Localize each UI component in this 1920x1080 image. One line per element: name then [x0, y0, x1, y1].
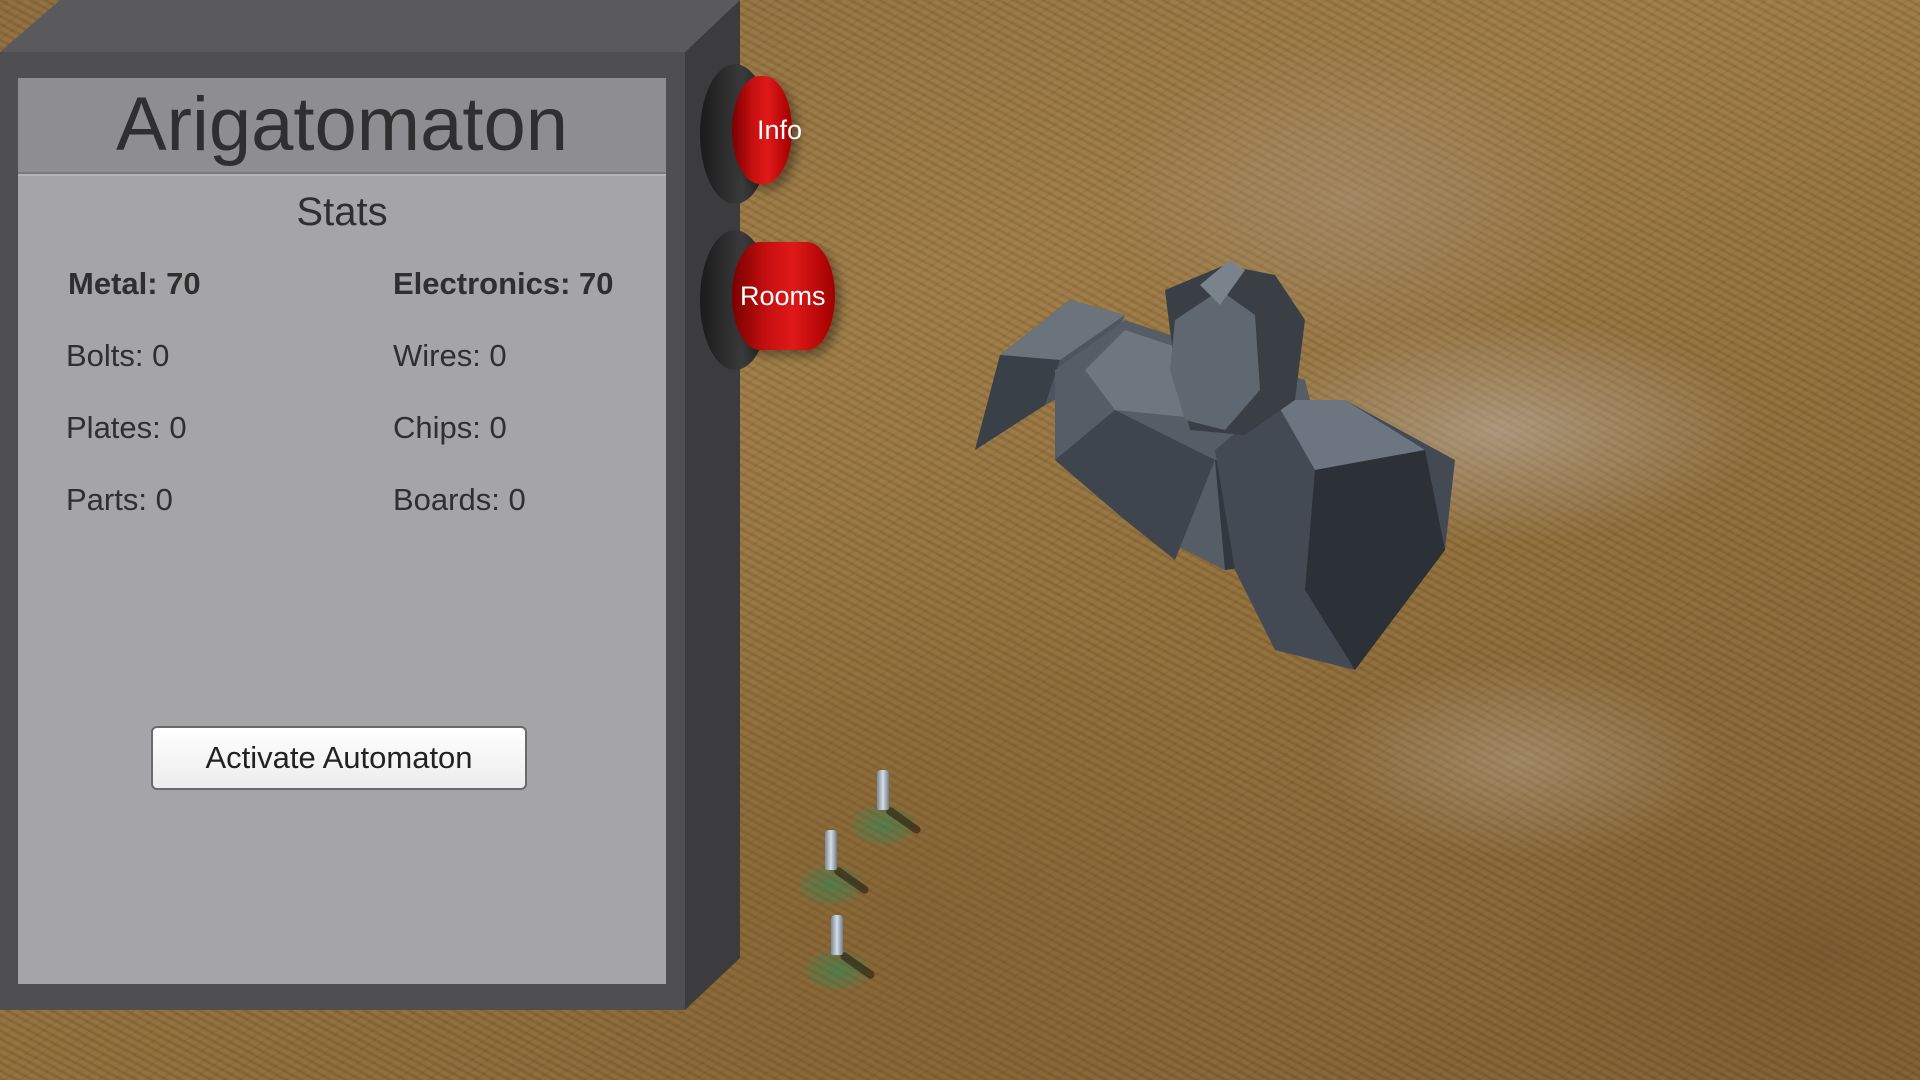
- stats-heading: Stats: [296, 190, 388, 234]
- worker-unit[interactable]: [805, 900, 877, 990]
- unit-body: [825, 830, 837, 870]
- rooms-button-label: Rooms: [740, 281, 826, 311]
- worker-unit[interactable]: [799, 815, 871, 905]
- stat-chips: Chips: 0: [393, 410, 507, 445]
- stat-electronics: Electronics: 70: [393, 266, 614, 301]
- stat-parts: Parts: 0: [66, 482, 173, 517]
- info-button-label: Info: [757, 115, 803, 145]
- stat-wires: Wires: 0: [393, 338, 507, 373]
- stat-boards: Boards: 0: [393, 482, 526, 517]
- rooms-button[interactable]: Rooms: [700, 230, 835, 370]
- panel-title: Arigatomaton: [115, 82, 569, 167]
- stat-metal: Metal: 70: [68, 266, 201, 301]
- worker-unit[interactable]: [851, 755, 923, 845]
- activate-automaton-button[interactable]: Activate Automaton: [151, 726, 527, 790]
- unit-body: [831, 915, 843, 955]
- stat-bolts: Bolts: 0: [66, 338, 170, 373]
- sphinx-building[interactable]: [975, 260, 1455, 680]
- stats-panel: Stats Metal: 70 Electronics: 70 Bolts: 0…: [18, 174, 666, 984]
- info-button[interactable]: Info: [700, 64, 820, 204]
- unit-body: [877, 770, 889, 810]
- title-bar: Arigatomaton: [18, 78, 666, 174]
- stat-plates: Plates: 0: [66, 410, 187, 445]
- panel-top-bevel: [0, 0, 740, 52]
- building-panel: Arigatomaton Stats Metal: 70 Electronics…: [0, 0, 740, 1010]
